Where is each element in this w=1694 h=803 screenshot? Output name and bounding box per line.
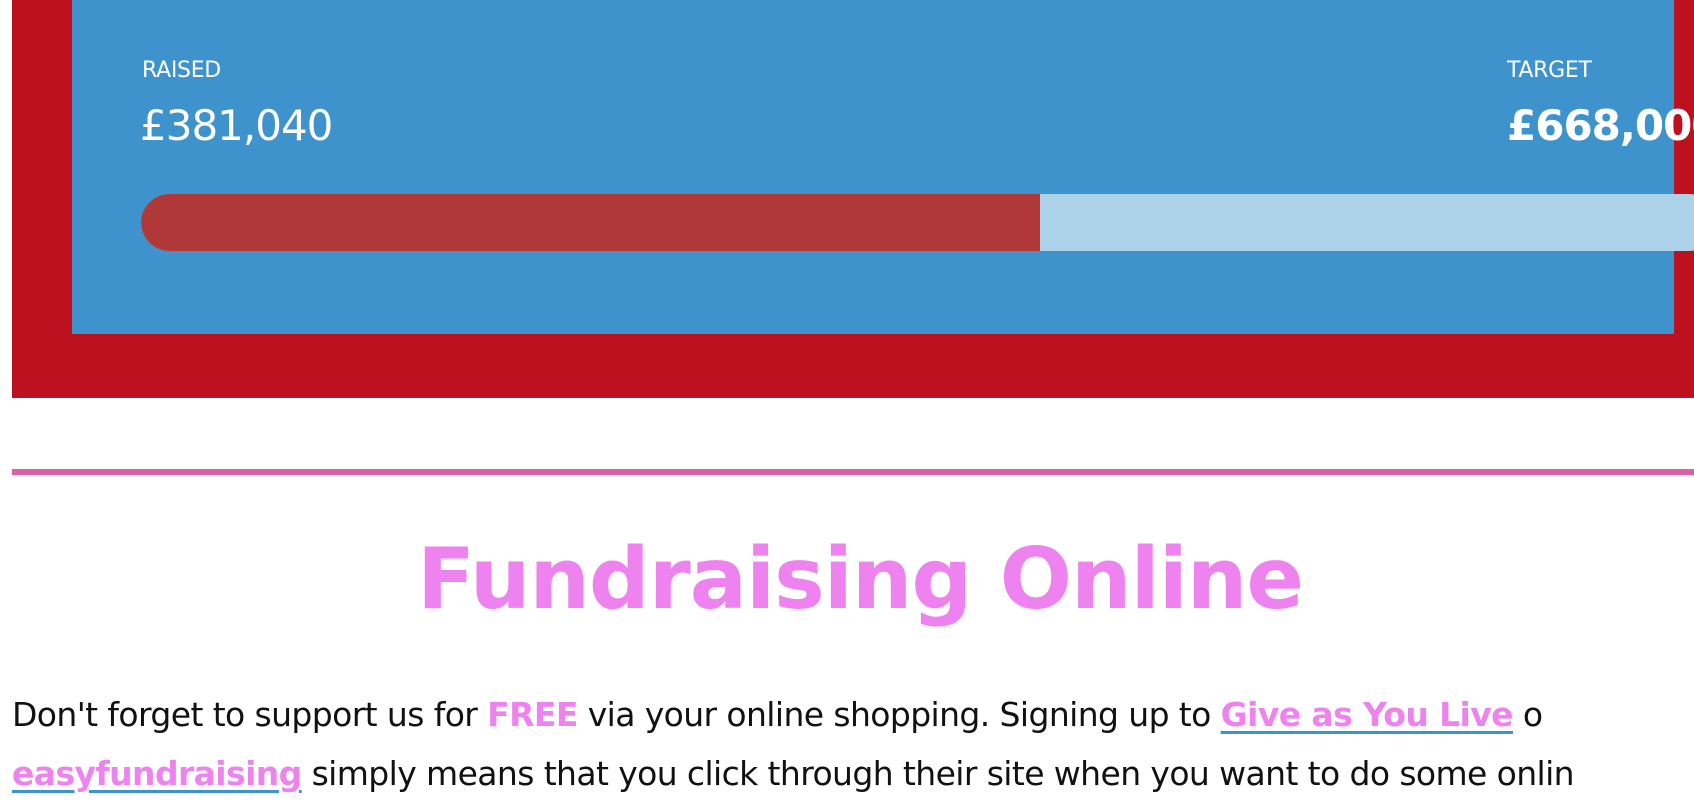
section-title: Fundraising Online — [417, 530, 1304, 629]
give-as-you-live-link[interactable]: Give as You Live — [1221, 695, 1514, 734]
raised-amount: £381,040 — [140, 101, 333, 150]
fundraiser-totaliser: RAISED £381,040 TARGET £668,000 — [72, 0, 1694, 334]
paragraph-line-1: Don't forget to support us for FREE via … — [12, 685, 1694, 744]
raised-label: RAISED — [142, 58, 221, 83]
intro-paragraph: Don't forget to support us for FREE via … — [12, 685, 1694, 803]
section-divider — [12, 469, 1694, 475]
paragraph-text: Don't forget to support us for — [12, 695, 488, 734]
easyfundraising-link[interactable]: easyfundraising — [12, 754, 302, 793]
progress-bar — [141, 194, 1694, 251]
paragraph-line-2: easyfundraising simply means that you cl… — [12, 744, 1694, 803]
fundraiser-frame: RAISED £381,040 TARGET £668,000 — [12, 0, 1694, 398]
target-label: TARGET — [1507, 58, 1592, 83]
paragraph-text: via your online shopping. Signing up to — [577, 695, 1221, 734]
paragraph-text: simply means that you click through thei… — [301, 754, 1575, 793]
free-highlight: FREE — [487, 695, 578, 734]
target-amount: £668,000 — [1507, 101, 1694, 150]
progress-bar-fill — [141, 194, 1041, 251]
paragraph-text: o — [1512, 695, 1543, 734]
